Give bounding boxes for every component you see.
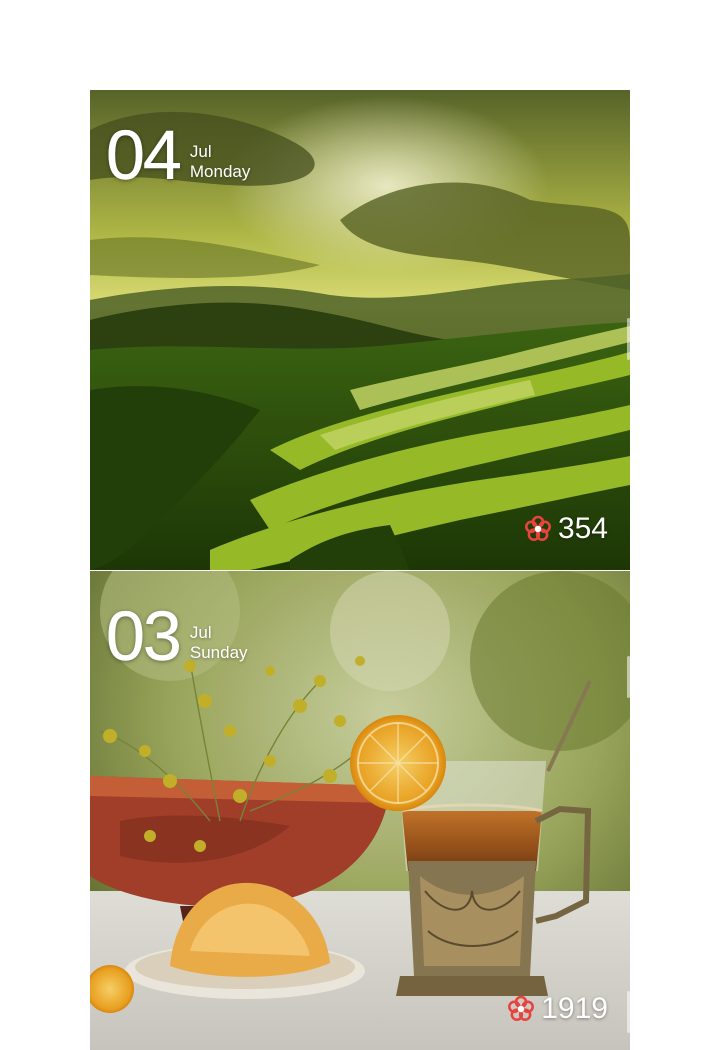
- day-number: 04: [106, 116, 182, 194]
- like-counter[interactable]: 1919: [507, 994, 608, 1024]
- scroll-indicator: [627, 318, 630, 360]
- flower-icon[interactable]: [524, 515, 552, 543]
- scroll-indicator: [627, 656, 630, 698]
- scroll-indicator: [627, 991, 630, 1033]
- like-count: 1919: [541, 992, 608, 1025]
- daily-card-jul-04[interactable]: 04 Jul Monday 354: [90, 90, 630, 570]
- daily-card-jul-03[interactable]: 03 Jul Sunday 1919: [90, 571, 630, 1050]
- day-number: 03: [106, 597, 182, 675]
- date-label: 03 Jul Sunday: [106, 601, 248, 671]
- date-label: 04 Jul Monday: [106, 116, 251, 194]
- date-meta: Jul Monday: [190, 142, 250, 182]
- weekday-label: Sunday: [189, 643, 248, 662]
- weekday-label: Monday: [189, 162, 251, 181]
- flower-icon[interactable]: [507, 995, 535, 1023]
- date-meta: Jul Sunday: [190, 623, 248, 663]
- month-label: Jul: [189, 142, 212, 161]
- daily-picture-feed[interactable]: 04 Jul Monday 354 03 Jul Sunday 1919: [90, 90, 630, 1050]
- like-count: 354: [557, 512, 608, 545]
- like-counter[interactable]: 354: [524, 514, 608, 544]
- screen: 04 Jul Monday 354 03 Jul Sunday 1919: [0, 0, 720, 1050]
- month-label: Jul: [189, 623, 212, 642]
